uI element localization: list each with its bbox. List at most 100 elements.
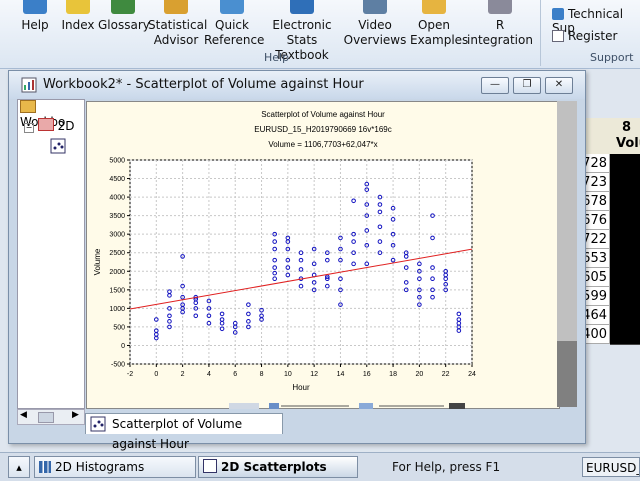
restore-button[interactable]: ❐ bbox=[513, 77, 541, 94]
workbook-icon bbox=[21, 77, 37, 93]
ribbon-button-video[interactable]: Video Overviews bbox=[342, 0, 408, 50]
technical-support-icon bbox=[552, 8, 564, 20]
graph-tab-bar: Scatterplot of Volume against Hour bbox=[83, 413, 583, 451]
ribbon-button-glossary[interactable]: Glossary bbox=[98, 0, 150, 50]
textbook-icon bbox=[290, 0, 314, 14]
folder-icon bbox=[37, 118, 54, 131]
open-examples-icon bbox=[422, 0, 446, 14]
y-axis-label: Volume bbox=[93, 248, 102, 275]
ribbon-button-label: Statistical bbox=[148, 18, 208, 32]
x-tick-label: 8 bbox=[260, 371, 264, 378]
ribbon-button-label: Overviews bbox=[343, 33, 407, 47]
sheet-switch-icon: ▴ bbox=[16, 461, 22, 474]
ribbon: Help Index Glossary Statistical Advisor Quick… bbox=[0, 0, 640, 69]
ribbon-button-label: Quick bbox=[215, 18, 249, 32]
spreadsheet-selected-cell[interactable] bbox=[610, 173, 640, 193]
quick-reference-icon bbox=[220, 0, 244, 14]
register-icon bbox=[552, 30, 564, 42]
taskbar-2d-histograms[interactable]: 2D Histograms bbox=[34, 456, 196, 478]
x-tick-label: 14 bbox=[337, 371, 345, 378]
scroll-left-icon[interactable]: ◀ bbox=[20, 410, 27, 420]
workbook-tree: Workbo − 2D bbox=[17, 99, 85, 409]
x-tick-label: 22 bbox=[442, 371, 450, 378]
spreadsheet-selected-cell[interactable] bbox=[610, 287, 640, 307]
ribbon-button-label: R integration bbox=[467, 18, 533, 47]
spreadsheet-selected-cell[interactable] bbox=[610, 268, 640, 288]
spreadsheet-selected-cell[interactable] bbox=[610, 230, 640, 250]
x-tick-label: 10 bbox=[284, 371, 292, 378]
tab-scatterplot-label: Scatterplot of Volume against Hour bbox=[112, 417, 243, 451]
minimize-button[interactable]: — bbox=[481, 77, 509, 94]
ribbon-button-index[interactable]: Index bbox=[58, 0, 98, 50]
ribbon-button-label: Help bbox=[21, 18, 49, 32]
video-icon bbox=[363, 0, 387, 14]
ribbon-button-quick-reference[interactable]: Quick Reference bbox=[204, 0, 265, 50]
ribbon-button-r[interactable]: R integration bbox=[462, 0, 538, 50]
ribbon-button-label: Open bbox=[417, 18, 451, 32]
ribbon-separator bbox=[540, 0, 541, 66]
glossary-icon bbox=[111, 0, 135, 14]
x-axis-label: Hour bbox=[292, 383, 310, 392]
column-header-number: 8 bbox=[622, 120, 632, 135]
ribbon-button-label: Electronic bbox=[272, 18, 332, 32]
spreadsheet-selected-cell[interactable] bbox=[610, 192, 640, 212]
spreadsheet-selected-cell[interactable] bbox=[610, 211, 640, 231]
tree-item-2d[interactable]: − 2D bbox=[24, 118, 75, 133]
r-icon bbox=[488, 0, 512, 14]
advisor-icon bbox=[164, 0, 188, 14]
scatterplot-tab-icon bbox=[90, 416, 106, 432]
ribbon-button-textbook[interactable]: Electronic Stats Textbook bbox=[262, 0, 342, 62]
scatterplot-doc-icon bbox=[50, 138, 66, 154]
help-icon bbox=[23, 0, 47, 14]
sheet-switch-button[interactable]: ▴ bbox=[8, 456, 30, 478]
spreadsheet-selected-cell[interactable] bbox=[610, 325, 640, 345]
y-tick-label: 4000 bbox=[109, 195, 125, 202]
chart-equation: Volume = 1106,7703+62,047*x bbox=[268, 140, 377, 149]
taskbar-2d-histograms-label: 2D Histograms bbox=[55, 460, 145, 474]
spreadsheet-selected-cell[interactable] bbox=[610, 249, 640, 269]
ribbon-button-label: Index bbox=[61, 18, 95, 32]
index-icon bbox=[66, 0, 90, 14]
tree-item-2d-label: 2D bbox=[57, 119, 75, 133]
tab-scatterplot[interactable]: Scatterplot of Volume against Hour bbox=[85, 413, 283, 451]
scatterplot-graph[interactable]: Scatterplot of Volume against Hour EURUSD… bbox=[86, 101, 560, 409]
graph-right-panel bbox=[557, 101, 577, 407]
ribbon-button-label: Glossary bbox=[98, 18, 150, 32]
ribbon-button-advisor[interactable]: Statistical Advisor bbox=[148, 0, 208, 50]
ribbon-button-open-examples[interactable]: Open Examples bbox=[410, 0, 469, 50]
spreadsheet-selected-cell[interactable] bbox=[610, 306, 640, 326]
y-tick-label: 4500 bbox=[109, 176, 125, 183]
tree-item-scatterplot[interactable] bbox=[50, 138, 66, 157]
scroll-right-icon[interactable]: ▶ bbox=[72, 410, 79, 420]
scroll-thumb[interactable] bbox=[38, 412, 54, 423]
x-tick-label: 24 bbox=[468, 371, 476, 378]
chart-title: Scatterplot of Volume against Hour bbox=[261, 110, 385, 119]
tree-horizontal-scrollbar[interactable]: ◀ ▶ bbox=[17, 409, 85, 425]
x-tick-label: 12 bbox=[310, 371, 318, 378]
group-label-help: Help bbox=[264, 51, 290, 64]
y-tick-label: 500 bbox=[113, 324, 125, 331]
taskbar-2d-scatterplots[interactable]: 2D Scatterplots bbox=[198, 456, 358, 478]
chart-subtitle: EURUSD_15_H2019790669 16v*169c bbox=[254, 125, 391, 134]
folder-open-icon bbox=[20, 100, 36, 113]
ribbon-button-help[interactable]: Help bbox=[20, 0, 50, 50]
x-tick-label: 16 bbox=[363, 371, 371, 378]
y-tick-label: 2000 bbox=[109, 269, 125, 276]
y-tick-label: 2500 bbox=[109, 250, 125, 257]
y-tick-label: -500 bbox=[111, 362, 125, 369]
zoom-slider[interactable] bbox=[229, 401, 479, 411]
close-button[interactable]: ✕ bbox=[545, 77, 573, 94]
ribbon-button-label: Reference bbox=[204, 33, 265, 47]
workbook-titlebar[interactable]: Workbook2* - Scatterplot of Volume again… bbox=[9, 71, 585, 99]
workbook-window: Workbook2* - Scatterplot of Volume again… bbox=[8, 70, 586, 451]
ribbon-button-label: Examples bbox=[410, 33, 469, 47]
ribbon-button-label: Advisor bbox=[153, 33, 199, 47]
ribbon-button-label: Video bbox=[358, 18, 392, 32]
status-dataset-name: EURUSD_1 bbox=[582, 457, 640, 477]
x-tick-label: -2 bbox=[127, 371, 133, 378]
x-tick-label: 18 bbox=[389, 371, 397, 378]
register-button[interactable]: Register bbox=[552, 29, 617, 43]
scatterplot-icon bbox=[203, 459, 217, 473]
spreadsheet-selected-cell[interactable] bbox=[610, 154, 640, 174]
x-tick-label: 4 bbox=[207, 371, 211, 378]
